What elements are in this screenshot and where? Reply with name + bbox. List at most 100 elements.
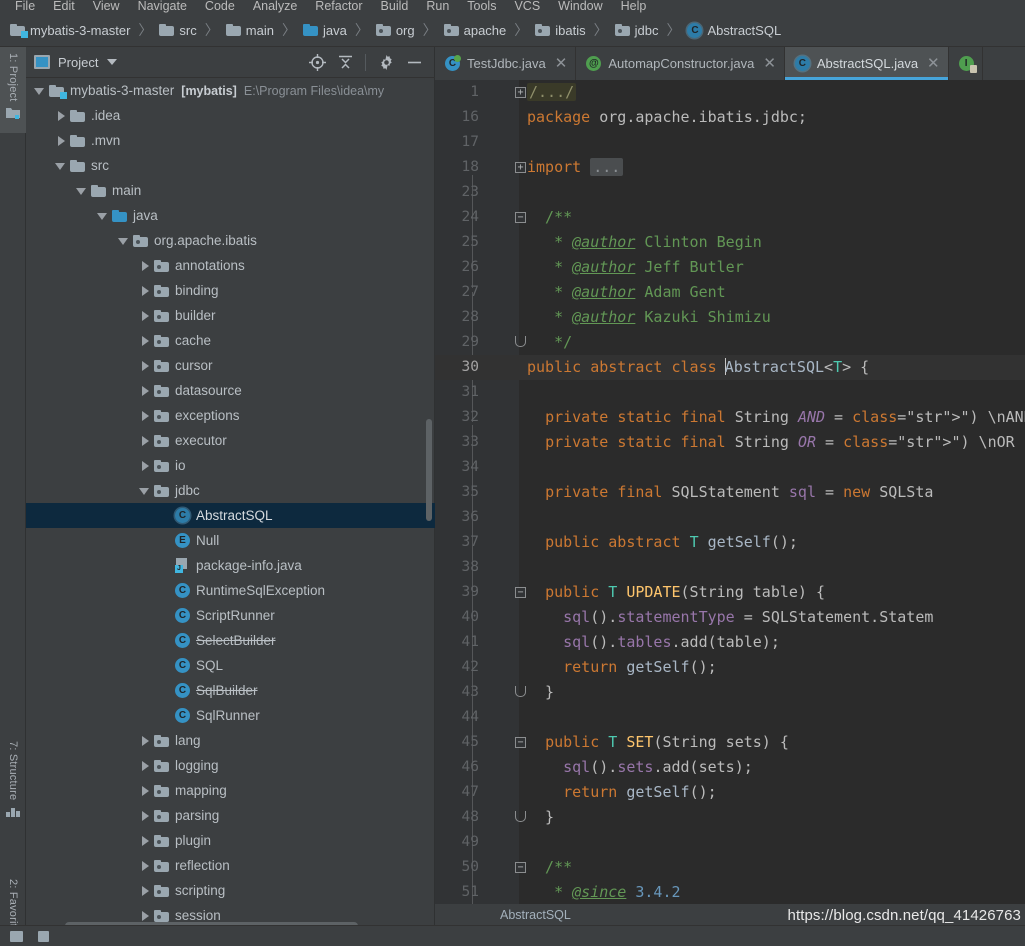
tree-row[interactable]: plugin <box>26 828 435 853</box>
code-line[interactable]: 38 <box>435 555 1025 580</box>
fold-collapse-icon[interactable]: − <box>515 737 526 748</box>
tree-row[interactable]: binding <box>26 278 435 303</box>
tree-row[interactable]: scripting <box>26 878 435 903</box>
tree-row[interactable]: annotations <box>26 253 435 278</box>
chevron-closed-icon[interactable] <box>55 135 67 147</box>
menu-tools[interactable]: Tools <box>458 0 505 14</box>
code-line[interactable]: 42 return getSelf(); <box>435 655 1025 680</box>
tree-row[interactable]: Jpackage-info.java <box>26 553 435 578</box>
code-line[interactable]: 26 * @author Jeff Butler <box>435 255 1025 280</box>
menu-code[interactable]: Code <box>196 0 244 14</box>
tree-row[interactable]: mapping <box>26 778 435 803</box>
code-line[interactable]: 43 } <box>435 680 1025 705</box>
locate-icon[interactable] <box>304 50 330 74</box>
chevron-closed-icon[interactable] <box>139 910 151 922</box>
fold-region-end-icon[interactable] <box>515 336 526 347</box>
breadcrumb-item-java[interactable]: java <box>301 19 349 42</box>
code-line[interactable]: 28 * @author Kazuki Shimizu <box>435 305 1025 330</box>
folded-comment-region[interactable]: /.../ <box>527 83 577 101</box>
code-line[interactable]: 1 +/.../ <box>435 80 1025 105</box>
breadcrumb-item-mybatis-3-master[interactable]: mybatis-3-master <box>8 19 132 42</box>
tree-row[interactable]: src <box>26 153 435 178</box>
code-line[interactable]: 24 − /** <box>435 205 1025 230</box>
menu-build[interactable]: Build <box>372 0 418 14</box>
chevron-closed-icon[interactable] <box>139 310 151 322</box>
tree-row[interactable]: cache <box>26 328 435 353</box>
tree-row[interactable]: cursor <box>26 353 435 378</box>
breadcrumb-item-ibatis[interactable]: ibatis <box>533 19 587 42</box>
tree-row[interactable]: C ScriptRunner <box>26 603 435 628</box>
chevron-closed-icon[interactable] <box>139 860 151 872</box>
close-icon[interactable]: ✕ <box>927 56 940 71</box>
tree-row[interactable]: E Null <box>26 528 435 553</box>
fold-collapse-icon[interactable]: − <box>515 862 526 873</box>
gear-icon[interactable] <box>373 50 399 74</box>
code-line[interactable]: 34 <box>435 455 1025 480</box>
chevron-open-icon[interactable] <box>97 210 109 222</box>
code-line[interactable]: 40 sql().statementType = SQLStatement.St… <box>435 605 1025 630</box>
menu-analyze[interactable]: Analyze <box>244 0 306 14</box>
code-line[interactable]: 35 private final SQLStatement sql = new … <box>435 480 1025 505</box>
code-line[interactable]: 50 − /** <box>435 855 1025 880</box>
code-line[interactable]: 27 * @author Adam Gent <box>435 280 1025 305</box>
chevron-closed-icon[interactable] <box>55 110 67 122</box>
tree-row[interactable]: C SqlBuilder <box>26 678 435 703</box>
tree-row[interactable]: builder <box>26 303 435 328</box>
fold-region-end-icon[interactable] <box>515 686 526 697</box>
tree-row[interactable]: .idea <box>26 103 435 128</box>
menu-file[interactable]: File <box>6 0 44 14</box>
breadcrumb-item-org[interactable]: org <box>374 19 417 42</box>
code-line[interactable]: 48 } <box>435 805 1025 830</box>
editor-tab-testjdbc[interactable]: C TestJdbc.java ✕ <box>435 47 577 80</box>
menu-refactor[interactable]: Refactor <box>306 0 371 14</box>
menu-edit[interactable]: Edit <box>44 0 84 14</box>
tree-row[interactable]: jdbc <box>26 478 435 503</box>
collapse-all-icon[interactable] <box>332 50 358 74</box>
breadcrumb-item-main[interactable]: main <box>224 19 276 42</box>
chevron-closed-icon[interactable] <box>139 435 151 447</box>
tree-row[interactable]: java <box>26 203 435 228</box>
chevron-closed-icon[interactable] <box>139 785 151 797</box>
folded-import-region[interactable]: ... <box>590 158 624 176</box>
tree-row[interactable]: lang <box>26 728 435 753</box>
code-line[interactable]: 41 sql().tables.add(table); <box>435 630 1025 655</box>
chevron-closed-icon[interactable] <box>139 335 151 347</box>
menu-help[interactable]: Help <box>612 0 656 14</box>
tree-row[interactable]: executor <box>26 428 435 453</box>
code-line[interactable]: 45 − public T SET(String sets) { <box>435 730 1025 755</box>
breadcrumb-item-src[interactable]: src <box>157 19 198 42</box>
tree-row[interactable]: datasource <box>26 378 435 403</box>
tree-row[interactable]: C SQL <box>26 653 435 678</box>
chevron-closed-icon[interactable] <box>139 410 151 422</box>
status-bar-todo[interactable] <box>38 930 54 942</box>
menu-window[interactable]: Window <box>549 0 611 14</box>
menu-navigate[interactable]: Navigate <box>129 0 196 14</box>
chevron-closed-icon[interactable] <box>139 735 151 747</box>
chevron-closed-icon[interactable] <box>139 760 151 772</box>
close-icon[interactable]: ✕ <box>763 56 776 71</box>
tree-row[interactable]: C SqlRunner <box>26 703 435 728</box>
tree-row[interactable]: io <box>26 453 435 478</box>
chevron-open-icon[interactable] <box>76 185 88 197</box>
chevron-open-icon[interactable] <box>139 485 151 497</box>
chevron-down-icon[interactable] <box>107 59 118 65</box>
code-line[interactable]: 23 <box>435 180 1025 205</box>
chevron-closed-icon[interactable] <box>139 460 151 472</box>
code-line[interactable]: 49 <box>435 830 1025 855</box>
tree-row[interactable]: mybatis-3-master [mybatis] E:\Program File… <box>26 78 435 103</box>
code-line[interactable]: 18 + import ... <box>435 155 1025 180</box>
code-line[interactable]: 46 sql().sets.add(sets); <box>435 755 1025 780</box>
chevron-closed-icon[interactable] <box>139 385 151 397</box>
tree-row[interactable]: C SelectBuilder <box>26 628 435 653</box>
code-line[interactable]: 17 <box>435 130 1025 155</box>
editor-tab-automapconstructor[interactable]: @ AutomapConstructor.java ✕ <box>576 47 785 80</box>
code-line[interactable]: 29 */ <box>435 330 1025 355</box>
breadcrumb-item-apache[interactable]: apache <box>442 19 509 42</box>
close-icon[interactable]: ✕ <box>555 56 568 71</box>
code-line[interactable]: 31 <box>435 380 1025 405</box>
menu-view[interactable]: View <box>84 0 129 14</box>
chevron-closed-icon[interactable] <box>139 835 151 847</box>
code-editor[interactable]: 1 +/.../16 package org.apache.ibatis.jdbc;… <box>435 80 1025 925</box>
code-line[interactable]: 30 public abstract class AbstractSQL<T> { <box>435 355 1025 380</box>
chevron-open-icon[interactable] <box>34 85 46 97</box>
